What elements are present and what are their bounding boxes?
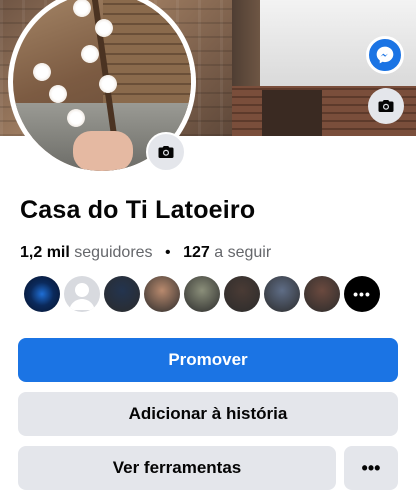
more-options-button[interactable]: ••• — [344, 446, 398, 490]
follower-avatar-7[interactable] — [264, 276, 300, 312]
avatar-flower — [81, 45, 99, 63]
followers-count[interactable]: 1,2 mil — [20, 244, 70, 261]
avatar-hand — [73, 131, 133, 171]
promote-button[interactable]: Promover — [18, 338, 398, 382]
default-user-icon — [69, 283, 95, 310]
camera-icon — [158, 146, 174, 158]
add-to-story-button[interactable]: Adicionar à história — [18, 392, 398, 436]
followers-label[interactable]: seguidores — [74, 244, 152, 261]
edit-cover-button[interactable] — [368, 88, 404, 124]
follower-avatar-3[interactable] — [104, 276, 140, 312]
more-followers-button[interactable]: ••• — [344, 276, 380, 312]
following-count[interactable]: 127 — [183, 244, 210, 261]
messenger-button[interactable] — [366, 36, 404, 74]
following-label[interactable]: a seguir — [214, 244, 271, 261]
avatar-flower — [49, 85, 67, 103]
avatar-flower — [95, 19, 113, 37]
more-dots-icon: ••• — [361, 457, 381, 478]
avatar-flower — [67, 109, 85, 127]
follower-avatar-5[interactable] — [184, 276, 220, 312]
view-tools-button[interactable]: Ver ferramentas — [18, 446, 336, 490]
follower-avatar-6[interactable] — [224, 276, 260, 312]
avatar-flower — [33, 63, 51, 81]
stats-separator: • — [165, 244, 171, 261]
follower-avatars[interactable]: ••• — [24, 276, 380, 312]
page-title: Casa do Ti Latoeiro — [20, 196, 256, 224]
cover-window — [262, 90, 322, 136]
camera-icon — [378, 100, 394, 112]
follower-avatar-1[interactable] — [24, 276, 60, 312]
avatar-flower — [99, 75, 117, 93]
follower-avatar-8[interactable] — [304, 276, 340, 312]
edit-profile-picture-button[interactable] — [146, 132, 186, 172]
avatar-flower — [73, 0, 91, 17]
follower-avatar-2[interactable] — [64, 276, 100, 312]
page-stats: 1,2 mil seguidores • 127 a seguir — [20, 244, 271, 262]
follower-avatar-4[interactable] — [144, 276, 180, 312]
messenger-icon — [376, 46, 394, 64]
